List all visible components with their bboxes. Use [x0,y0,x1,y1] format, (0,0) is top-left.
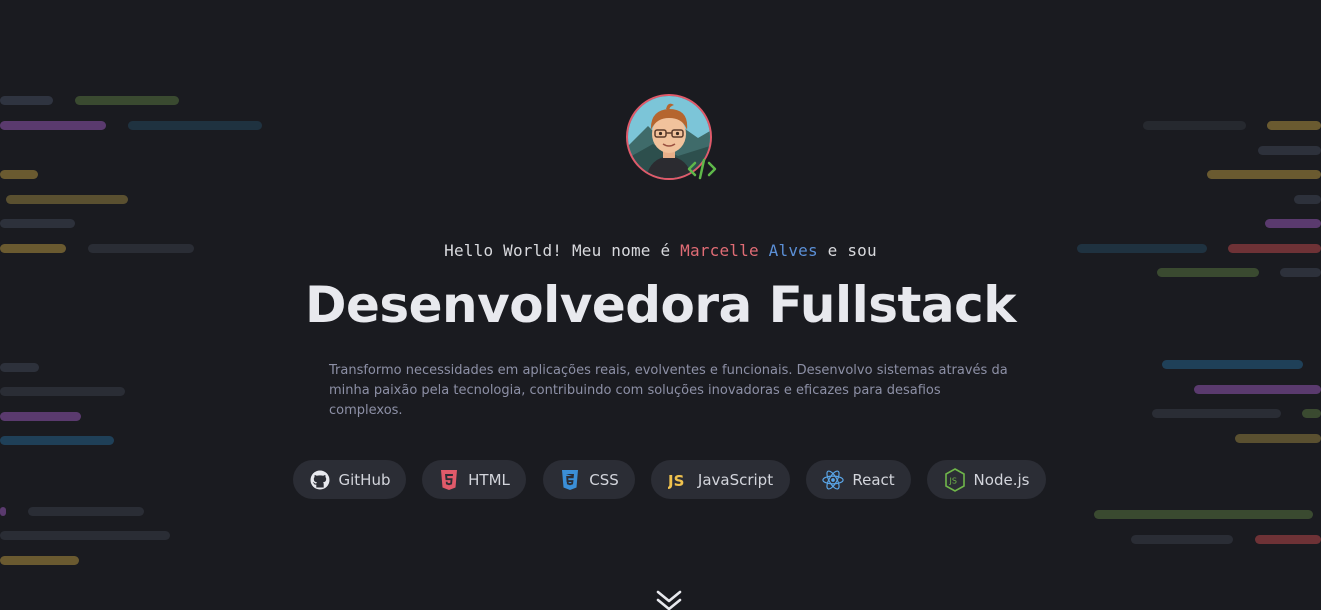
tech-chip-label: Node.js [973,470,1030,489]
hero-description: Transformo necessidades em aplicações re… [329,363,1008,418]
js-icon: JS [668,469,690,491]
tech-chip-github[interactable]: GitHub [293,460,406,499]
tech-chip-label: React [852,470,895,489]
greeting-suffix: e sou [827,241,877,260]
svg-text:JS: JS [668,472,684,490]
nodejs-icon: JS [944,467,966,492]
scroll-down-icon[interactable] [656,590,682,610]
tech-chip-html[interactable]: HTML [422,460,526,499]
github-icon [309,469,331,491]
css3-icon [559,469,581,491]
tech-chip-label: HTML [468,470,510,489]
code-icon [686,157,718,181]
last-name: Alves [768,241,818,260]
greeting-prefix: Hello World! Meu nome é [444,241,671,260]
tech-chip-nodejs[interactable]: JS Node.js [927,460,1046,499]
svg-text:JS: JS [948,476,956,485]
first-name: Marcelle [680,241,759,260]
tech-chip-css[interactable]: CSS [543,460,635,499]
tech-chip-label: CSS [589,470,619,489]
tech-chip-react[interactable]: React [806,460,911,499]
tech-list: GitHub HTML CSS JS JavaScript React JS N… [0,460,1321,499]
page-title: Desenvolvedora Fullstack [304,276,1017,334]
tech-chip-javascript[interactable]: JS JavaScript [651,460,790,499]
html5-icon [438,469,460,491]
hero-section: Hello World! Meu nome é Marcelle Alves e… [0,0,1321,610]
tech-chip-label: GitHub [338,470,391,489]
react-icon [822,469,845,491]
greeting: Hello World! Meu nome é Marcelle Alves e… [0,241,1321,260]
tech-chip-label: JavaScript [697,470,774,489]
